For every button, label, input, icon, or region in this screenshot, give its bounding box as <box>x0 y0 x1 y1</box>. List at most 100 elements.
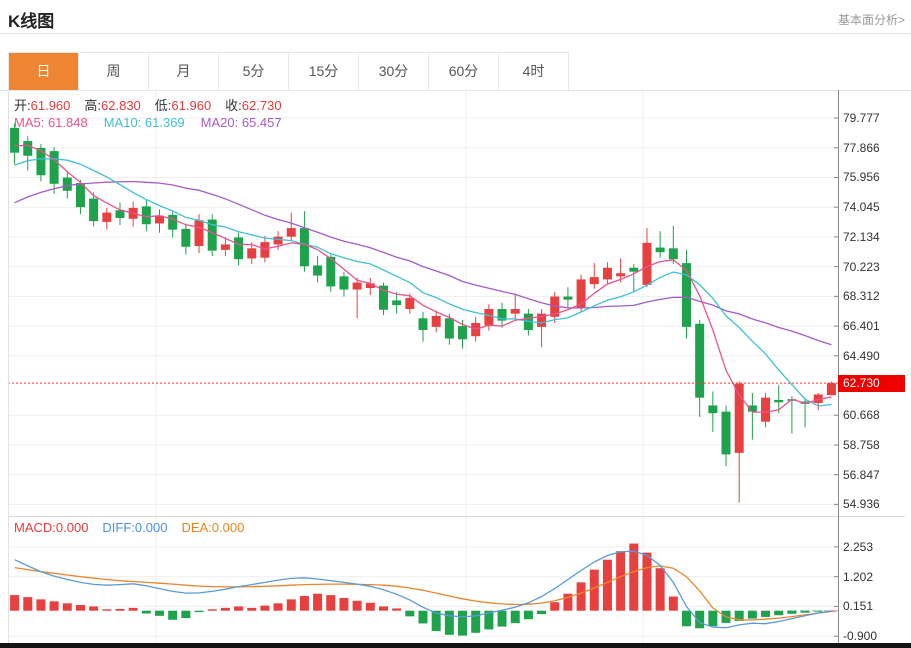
tab-日[interactable]: 日 <box>9 53 79 90</box>
macd-bar <box>774 611 783 616</box>
macd-bar <box>761 611 770 617</box>
candle-body <box>695 324 704 398</box>
y-axis-label: 64.490 <box>843 349 880 363</box>
candle-body <box>247 248 256 258</box>
candle-body <box>76 183 85 207</box>
macd-bar <box>445 611 454 635</box>
candle-body <box>353 283 362 290</box>
page-title: K线图 <box>8 7 54 32</box>
bottom-border-bar <box>0 643 911 648</box>
candle-body <box>445 318 454 338</box>
candle-body <box>63 178 72 191</box>
macd-bar <box>471 611 480 633</box>
y-axis-label: 75.956 <box>843 170 880 184</box>
ohlc-legend: 开:61.960高:62.830低:61.960收:62.730 <box>14 95 296 114</box>
tab-周[interactable]: 周 <box>79 53 149 90</box>
macd-bar <box>287 599 296 610</box>
tab-60分[interactable]: 60分 <box>429 53 499 90</box>
macd-bar <box>814 611 823 612</box>
ohlc-value: 62.830 <box>101 98 141 113</box>
macd-bar <box>577 582 586 610</box>
macd-bar <box>142 611 151 614</box>
macd-bar <box>102 609 111 610</box>
macd-bar <box>550 602 559 610</box>
macd-bar <box>208 609 217 610</box>
macd-bar <box>405 611 414 617</box>
candle-body <box>181 229 190 247</box>
ma-item: MA5: 61.848 <box>14 115 88 130</box>
candle-body <box>50 151 59 184</box>
candle-body <box>722 412 731 455</box>
y-axis-label: 77.866 <box>843 141 880 155</box>
candle-body <box>89 199 98 222</box>
macd-bar <box>155 611 164 616</box>
ohlc-label: 低: <box>155 98 172 113</box>
y-axis-label: 72.134 <box>843 230 880 244</box>
macd-bar <box>682 611 691 627</box>
macd-bar <box>313 594 322 611</box>
macd-item: DIFF:0.000 <box>102 520 167 535</box>
macd-item: MACD:0.000 <box>14 520 88 535</box>
macd-bar <box>129 608 138 611</box>
macd-bar <box>89 606 98 610</box>
candle-body <box>827 383 836 395</box>
candle-body <box>458 326 467 339</box>
gridlines <box>8 90 838 643</box>
candle-body <box>405 298 414 309</box>
candle-body <box>287 228 296 237</box>
candle-body <box>669 248 678 259</box>
tab-月[interactable]: 月 <box>149 53 219 90</box>
macd-bar <box>10 595 19 611</box>
macd-bar <box>300 596 309 611</box>
candle-body <box>656 248 665 253</box>
candle-body <box>260 242 269 258</box>
macd-bar <box>339 598 348 611</box>
macd-bar <box>115 609 124 611</box>
macd-bar <box>247 608 256 611</box>
y-axis-label: 54.936 <box>843 497 880 511</box>
candle-body <box>590 277 599 284</box>
y-axis-label: 56.847 <box>843 468 880 482</box>
macd-bar <box>181 611 190 618</box>
macd-legend: MACD:0.000DIFF:0.000DEA:0.000 <box>14 520 258 535</box>
macd-bar <box>221 608 230 611</box>
macd-bar <box>50 601 59 610</box>
candle-body <box>642 243 651 285</box>
tab-30分[interactable]: 30分 <box>359 53 429 90</box>
ohlc-value: 61.960 <box>171 98 211 113</box>
period-tabbar: 日周月5分15分30分60分4时 <box>8 52 569 91</box>
macd-bar <box>36 599 45 610</box>
candle-body <box>274 237 283 245</box>
ma10-line <box>15 159 832 406</box>
tab-4时[interactable]: 4时 <box>499 53 568 90</box>
macd-bar <box>537 611 546 614</box>
macd-bar <box>629 544 638 611</box>
candle-body <box>392 300 401 305</box>
tab-15分[interactable]: 15分 <box>289 53 359 90</box>
y-axis-label: 60.668 <box>843 408 880 422</box>
candle-body <box>616 273 625 276</box>
macd-bar <box>23 597 32 611</box>
y-axis-label: 68.312 <box>843 289 880 303</box>
current-price-tag: 62.730 <box>838 375 905 392</box>
y-axis-label: 2.253 <box>843 540 873 554</box>
candle-body <box>221 244 230 249</box>
candle-body <box>682 263 691 327</box>
candle-body <box>195 220 204 246</box>
macd-bar <box>458 611 467 636</box>
macd-bar <box>669 597 678 611</box>
fundamental-analysis-link[interactable]: 基本面分析> <box>838 11 905 28</box>
macd-bar <box>787 611 796 614</box>
y-axis-label: 66.401 <box>843 319 880 333</box>
y-axis-label: 74.045 <box>843 200 880 214</box>
candle-body <box>142 206 151 224</box>
candle-body <box>115 210 124 218</box>
candle-body <box>339 276 348 289</box>
candle-body <box>168 215 177 230</box>
tab-5分[interactable]: 5分 <box>219 53 289 90</box>
macd-bar <box>379 606 388 610</box>
ma-item: MA20: 65.457 <box>201 115 282 130</box>
candle-body <box>511 309 520 314</box>
macd-bar <box>274 603 283 610</box>
macd-bar <box>260 606 269 611</box>
